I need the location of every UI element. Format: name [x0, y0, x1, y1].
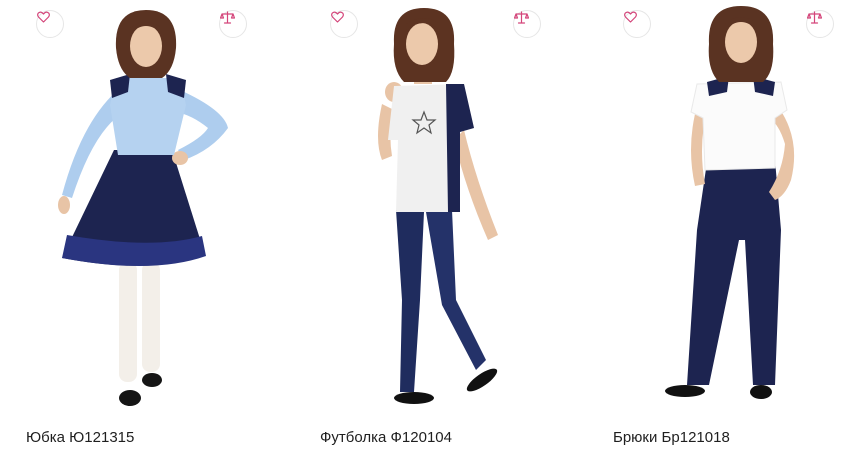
compare-button[interactable]: [219, 10, 247, 38]
compare-button[interactable]: [513, 10, 541, 38]
product-photo[interactable]: [589, 0, 847, 415]
product-card[interactable]: Футболка Ф120104: [296, 0, 561, 465]
product-image-tshirt: [378, 8, 498, 404]
favorite-button[interactable]: [623, 10, 651, 38]
heart-outline-icon: [624, 11, 637, 23]
product-photo[interactable]: [2, 0, 267, 415]
heart-outline-icon: [331, 11, 344, 23]
product-card[interactable]: Юбка Ю121315: [2, 0, 267, 465]
product-grid: Юбка Ю121315 Футболка Ф120104 Брюки Бр12…: [0, 0, 847, 465]
product-image-skirt: [58, 10, 228, 406]
scales-icon: [220, 11, 235, 24]
product-photo[interactable]: [296, 0, 561, 415]
heart-outline-icon: [37, 11, 50, 23]
product-card[interactable]: Брюки Бр121018: [589, 0, 847, 465]
scales-icon: [807, 11, 822, 24]
product-image-trousers: [665, 6, 795, 399]
product-title[interactable]: Футболка Ф120104: [320, 429, 452, 447]
product-title[interactable]: Юбка Ю121315: [26, 429, 134, 447]
product-title[interactable]: Брюки Бр121018: [613, 429, 730, 447]
favorite-button[interactable]: [330, 10, 358, 38]
scales-icon: [514, 11, 529, 24]
compare-button[interactable]: [806, 10, 834, 38]
favorite-button[interactable]: [36, 10, 64, 38]
